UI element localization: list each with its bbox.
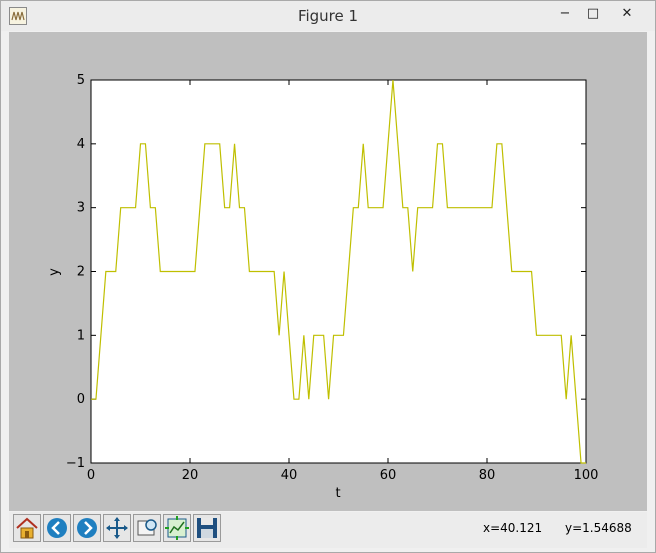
y-axis-label: y: [47, 268, 62, 276]
y-tick-label: 5: [77, 73, 85, 88]
forward-arrow-icon: [77, 518, 97, 538]
figure-window: Figure 1 − □ ✕ 0 20 40 60 80 100 −1 0 1 2 3 4 5 t y: [0, 0, 656, 553]
y-tick-label: 3: [77, 201, 85, 216]
minimize-button[interactable]: −: [551, 3, 579, 25]
x-axis-label: t: [335, 486, 340, 501]
y-tick-label: 2: [77, 265, 85, 280]
y-tick-label: −1: [66, 456, 85, 471]
y-tick-label: 0: [77, 392, 85, 407]
navigation-toolbar: x=40.121 y=1.54688: [9, 512, 647, 548]
back-arrow-icon: [47, 518, 67, 538]
plot-svg: 0 20 40 60 80 100 −1012345 t y: [47, 73, 599, 501]
forward-button[interactable]: [73, 514, 101, 542]
save-button[interactable]: [193, 514, 221, 542]
home-button[interactable]: [13, 514, 41, 542]
back-button[interactable]: [43, 514, 71, 542]
pan-icon: [106, 517, 128, 539]
x-tick-label: 0: [87, 468, 95, 483]
zoom-icon: [137, 519, 157, 536]
x-tick-label: 100: [574, 468, 599, 483]
subplots-icon: [165, 516, 189, 540]
x-tick-label: 80: [479, 468, 496, 483]
figure-canvas[interactable]: 0 20 40 60 80 100 −1 0 1 2 3 4 5 t y: [9, 32, 647, 511]
subplots-button[interactable]: [163, 514, 191, 542]
y-tick-label: 1: [77, 328, 85, 343]
x-tick-label: 40: [281, 468, 298, 483]
close-button[interactable]: ✕: [613, 3, 641, 25]
maximize-button[interactable]: □: [579, 3, 607, 25]
title-bar[interactable]: Figure 1 − □ ✕: [1, 1, 655, 31]
x-tick-label: 60: [380, 468, 397, 483]
cursor-y-readout: y=1.54688: [565, 521, 632, 535]
zoom-button[interactable]: [133, 514, 161, 542]
home-icon: [16, 517, 38, 539]
y-tick-label: 4: [77, 137, 85, 152]
x-tick-label: 20: [182, 468, 199, 483]
pan-button[interactable]: [103, 514, 131, 542]
save-icon: [197, 518, 217, 538]
cursor-x-readout: x=40.121: [483, 521, 543, 535]
